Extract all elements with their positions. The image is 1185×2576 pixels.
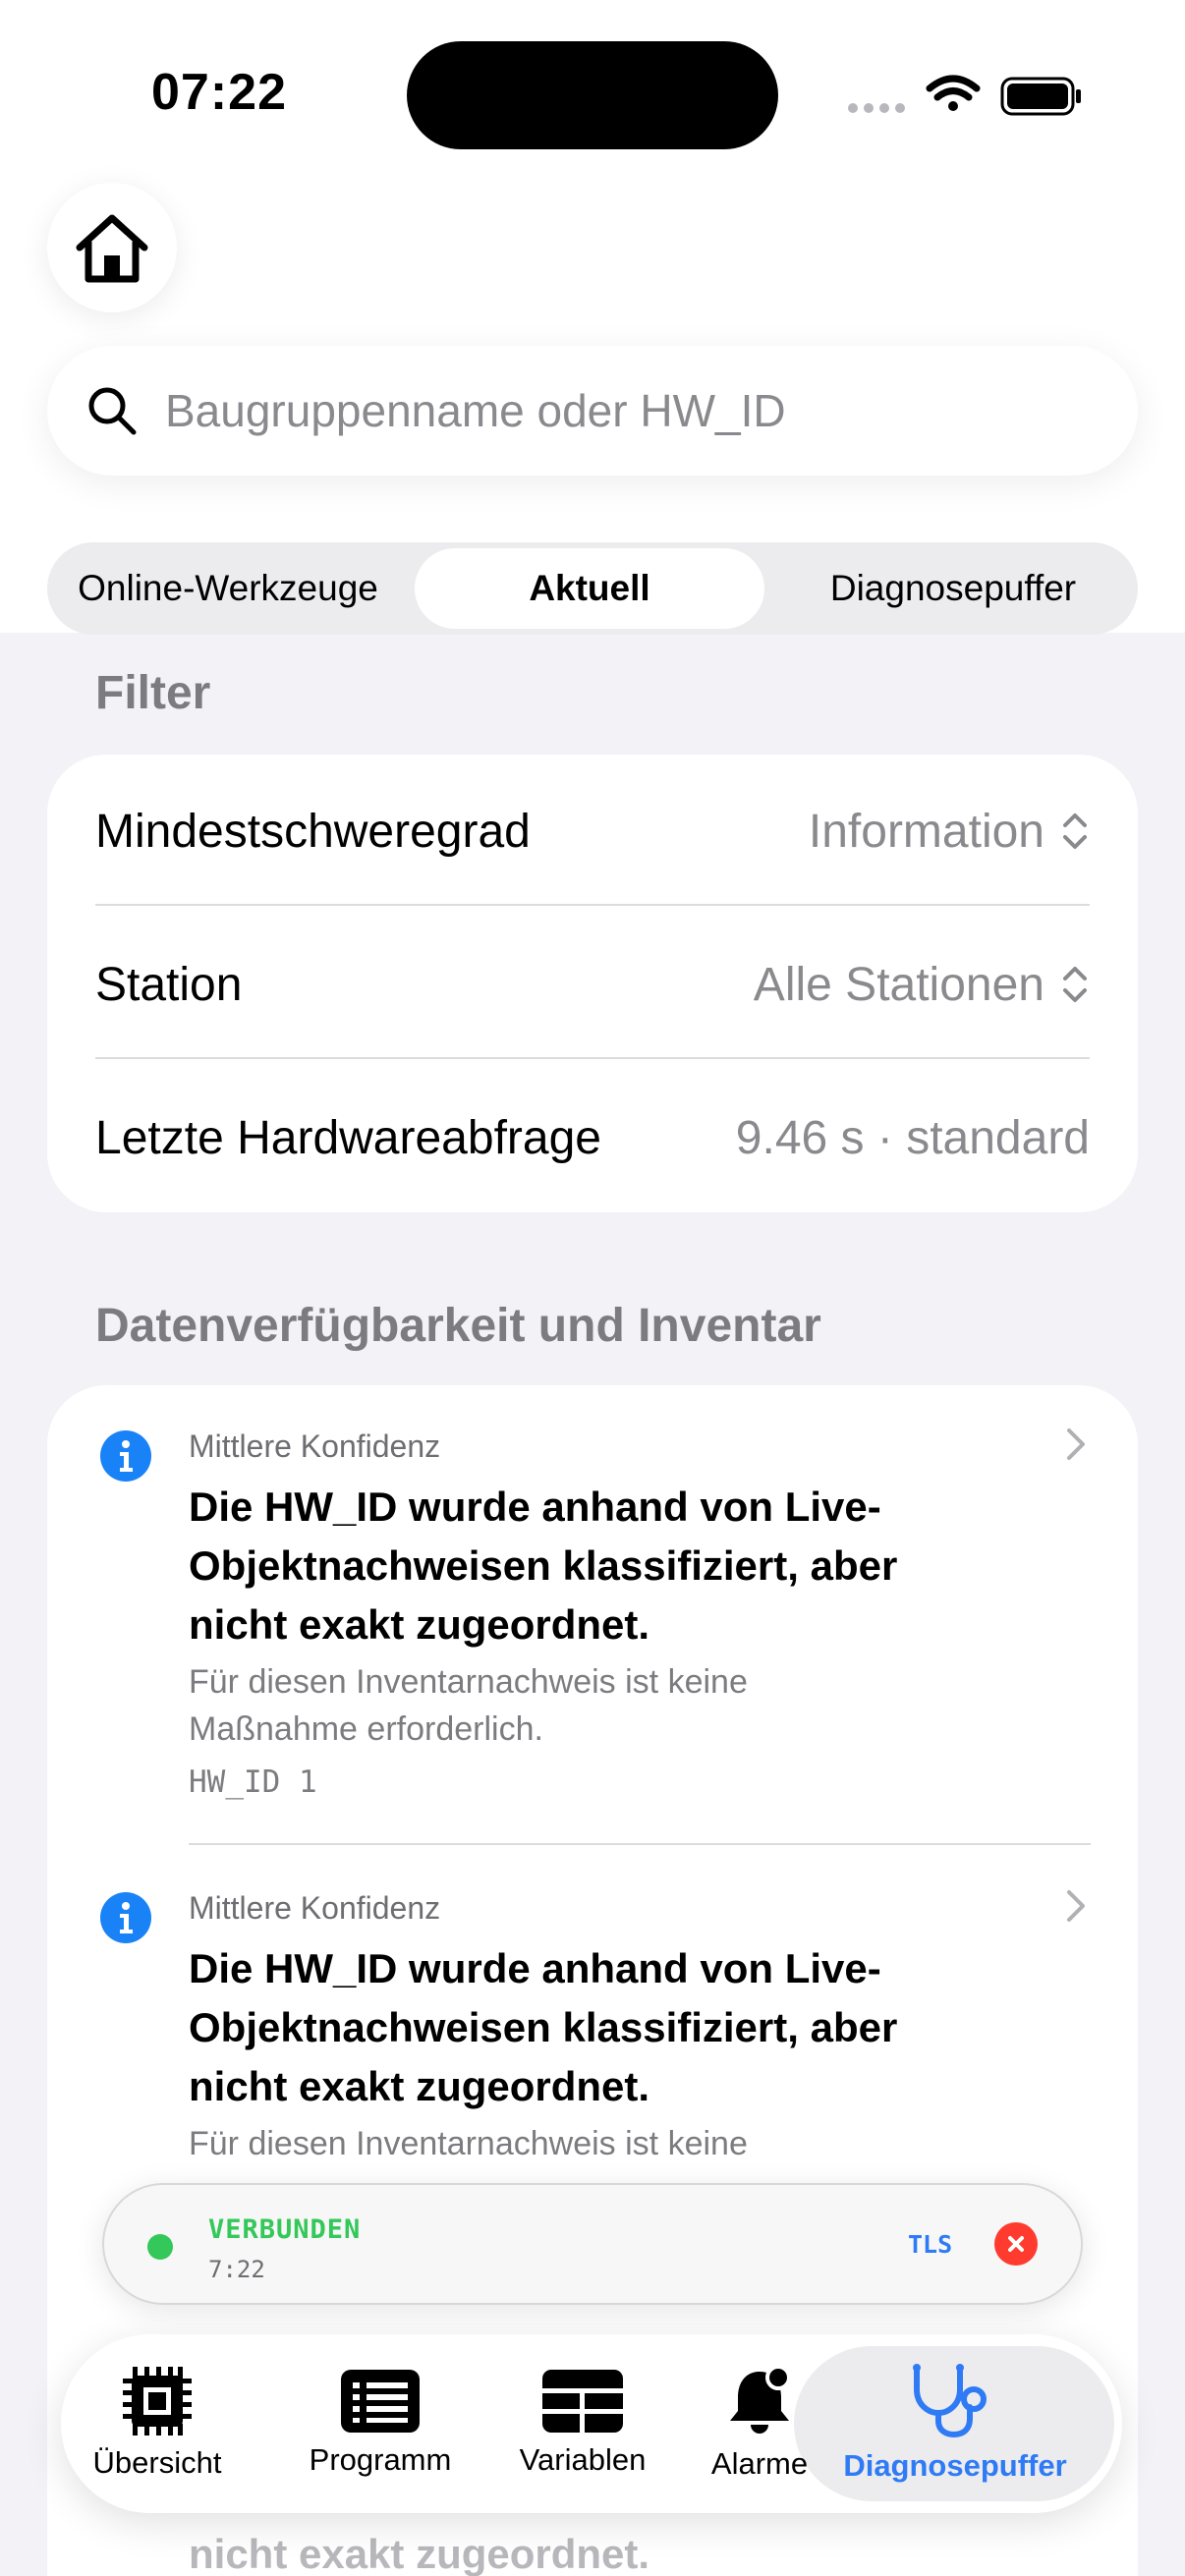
filter-row-label: Letzte Hardwareabfrage xyxy=(95,1111,601,1164)
search-bar[interactable]: Baugruppenname oder HW_ID xyxy=(47,346,1138,476)
home-button[interactable] xyxy=(47,183,177,312)
divider xyxy=(95,904,1090,906)
tab-label: Übersicht xyxy=(92,2445,222,2480)
partial-item-text: nicht exakt zugeordnet. xyxy=(189,2531,650,2576)
home-icon xyxy=(76,214,148,283)
divider xyxy=(95,1057,1090,1059)
tab-programm[interactable]: Programm xyxy=(291,2334,470,2513)
filter-card: Mindestschweregrad Information Station A… xyxy=(47,755,1138,1212)
item-description: Für diesen Inventarnachweis ist keine Ma… xyxy=(189,1663,748,1748)
connection-status: VERBUNDEN xyxy=(208,2214,362,2245)
item-headline: Die HW_ID wurde anhand von Live- Objektn… xyxy=(189,1484,898,1648)
search-icon xyxy=(88,387,137,435)
tab-bar: Übersicht Programm Variablen Alarme Diag… xyxy=(61,2334,1122,2513)
table-icon xyxy=(542,2370,623,2433)
filter-row-station[interactable]: Station Alle Stationen xyxy=(95,908,1090,1061)
list-item[interactable]: Mittlere Konfidenz Die HW_ID wurde anhan… xyxy=(47,1385,1138,1847)
tab-label: Programm xyxy=(309,2442,452,2477)
stethoscope-icon xyxy=(913,2364,987,2438)
segment-online-werkzeuge[interactable]: Online-Werkzeuge xyxy=(53,548,403,629)
tab-label: Variablen xyxy=(519,2442,647,2477)
chevron-updown-icon xyxy=(1063,967,1087,1002)
item-headline: Die HW_ID wurde anhand von Live- Objektn… xyxy=(189,1945,898,2109)
connection-status-pill: VERBUNDEN 7:22 TLS xyxy=(102,2183,1083,2305)
battery-icon xyxy=(1000,77,1081,116)
tab-label: Diagnosepuffer xyxy=(843,2448,1067,2483)
confidence-label: Mittlere Konfidenz xyxy=(189,1428,441,1464)
disconnect-button[interactable] xyxy=(994,2222,1038,2266)
chevron-right-icon xyxy=(1067,1890,1085,1922)
segment-aktuell[interactable]: Aktuell xyxy=(415,548,764,629)
info-icon xyxy=(100,1430,151,1482)
filter-section-title: Filter xyxy=(95,667,211,719)
hw-id: HW_ID 1 xyxy=(189,1764,317,1800)
tab-uebersicht[interactable]: Übersicht xyxy=(75,2334,240,2513)
status-icons xyxy=(848,75,1081,116)
item-description: Für diesen Inventarnachweis ist keine xyxy=(189,2125,748,2162)
search-placeholder: Baugruppenname oder HW_ID xyxy=(165,385,786,436)
status-time: 07:22 xyxy=(151,64,287,121)
filter-row-severity[interactable]: Mindestschweregrad Information xyxy=(95,755,1090,908)
chip-icon xyxy=(123,2367,192,2436)
chevron-right-icon xyxy=(1067,1428,1085,1460)
info-icon xyxy=(100,1892,151,1943)
tab-label: Alarme xyxy=(710,2446,809,2481)
dynamic-island xyxy=(407,41,778,149)
filter-row-label: Station xyxy=(95,958,243,1011)
divider xyxy=(189,1843,1091,1845)
chevron-updown-icon xyxy=(1063,813,1087,849)
filter-row-last-hardware-query: Letzte Hardwareabfrage 9.46 s · standard xyxy=(95,1061,1090,1212)
list-icon xyxy=(341,2370,420,2433)
filter-row-label: Mindestschweregrad xyxy=(95,805,531,858)
tab-variablen[interactable]: Variablen xyxy=(491,2334,674,2513)
tls-badge: TLS xyxy=(908,2230,953,2259)
bell-icon xyxy=(730,2366,791,2434)
connection-time: 7:22 xyxy=(208,2256,265,2283)
tab-diagnosepuffer[interactable]: Diagnosepuffer xyxy=(808,2334,1102,2513)
cellular-signal-icon xyxy=(848,103,905,113)
segment-diagnosepuffer[interactable]: Diagnosepuffer xyxy=(774,548,1132,629)
segmented-control: Online-Werkzeuge Aktuell Diagnosepuffer xyxy=(47,542,1138,635)
confidence-label: Mittlere Konfidenz xyxy=(189,1890,441,1926)
inventory-section-title: Datenverfügbarkeit und Inventar xyxy=(95,1300,821,1352)
filter-row-value: Alle Stationen xyxy=(753,958,1044,1011)
filter-row-value: 9.46 s · standard xyxy=(735,1111,1090,1164)
filter-row-value: Information xyxy=(808,805,1044,858)
close-icon xyxy=(1008,2236,1024,2252)
wifi-icon xyxy=(926,75,981,111)
connected-dot-icon xyxy=(147,2234,173,2260)
